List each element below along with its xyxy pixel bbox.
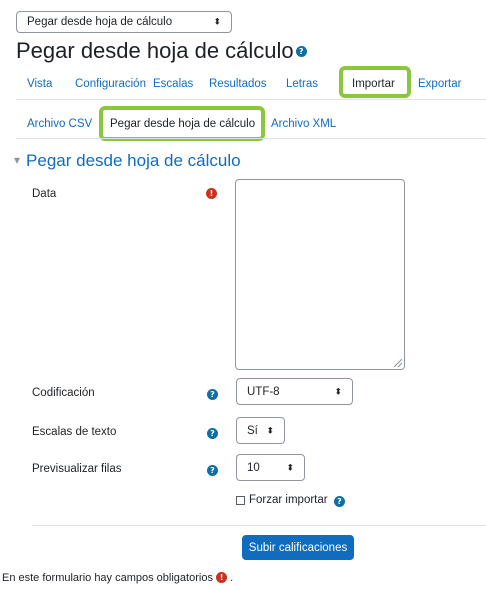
page-title: Pegar desde hoja de cálculo?: [16, 38, 307, 64]
select-caret-icon: ⬍: [286, 462, 294, 472]
form-divider: [32, 525, 486, 526]
tab-exportar[interactable]: Exportar: [418, 78, 461, 90]
help-icon[interactable]: ?: [295, 45, 307, 57]
page-title-text: Pegar desde hoja de cálculo: [16, 38, 294, 63]
required-note: En este formulario hay campos obligatori…: [2, 571, 234, 584]
tab-resultados[interactable]: Resultados: [209, 78, 267, 90]
text-scales-select[interactable]: Sí ⬍: [236, 417, 285, 444]
select-caret-icon: ⬍: [334, 386, 342, 396]
tab-letras[interactable]: Letras: [286, 78, 318, 90]
navigation-select-value: Pegar desde hoja de cálculo: [27, 16, 173, 28]
subtab-archivo-csv[interactable]: Archivo CSV: [27, 118, 92, 130]
resize-handle-icon[interactable]: [394, 359, 402, 367]
required-icon: !: [216, 571, 228, 583]
preview-rows-select[interactable]: 10 ⬍: [236, 454, 305, 481]
text-scales-help-icon[interactable]: ?: [207, 428, 218, 439]
subtabs-divider: [16, 138, 486, 139]
submit-grades-button[interactable]: Subir calificaciones: [242, 535, 354, 560]
tab-importar-highlight: [339, 66, 411, 98]
required-note-text: En este formulario hay campos obligatori…: [2, 572, 213, 584]
text-scales-select-value: Sí: [247, 424, 258, 437]
preview-rows-label: Previsualizar filas: [32, 463, 122, 475]
text-scales-label: Escalas de texto: [32, 426, 117, 438]
preview-rows-select-value: 10: [247, 461, 260, 474]
section-title: Pegar desde hoja de cálculo: [26, 151, 241, 170]
tabs-divider: [16, 99, 486, 100]
encoding-label: Codificación: [32, 387, 95, 399]
subtab-highlight: [99, 106, 265, 141]
required-icon: !: [206, 188, 217, 199]
preview-rows-help-icon[interactable]: ?: [207, 465, 218, 476]
force-import-checkbox[interactable]: [236, 496, 245, 505]
required-note-suffix: .: [227, 572, 234, 584]
select-caret-icon: ⬍: [266, 425, 274, 435]
force-import-label[interactable]: Forzar importar: [249, 494, 328, 506]
section-header[interactable]: ▾ Pegar desde hoja de cálculo: [14, 151, 241, 171]
encoding-help-icon[interactable]: ?: [207, 389, 218, 400]
encoding-select-value: UTF-8: [247, 385, 280, 398]
subtab-archivo-xml[interactable]: Archivo XML: [271, 118, 336, 130]
collapse-chevron-icon[interactable]: ▾: [14, 153, 20, 167]
tab-vista[interactable]: Vista: [27, 78, 52, 90]
navigation-select[interactable]: Pegar desde hoja de cálculo ⬍: [16, 11, 232, 33]
tab-configuracion[interactable]: Configuración: [75, 78, 146, 90]
data-label: Data: [32, 188, 57, 200]
force-import-help-icon[interactable]: ?: [334, 496, 345, 507]
select-caret-icon: ⬍: [213, 16, 221, 27]
tab-escalas[interactable]: Escalas: [153, 78, 193, 90]
data-textarea[interactable]: [235, 179, 405, 370]
encoding-select[interactable]: UTF-8 ⬍: [236, 378, 353, 405]
